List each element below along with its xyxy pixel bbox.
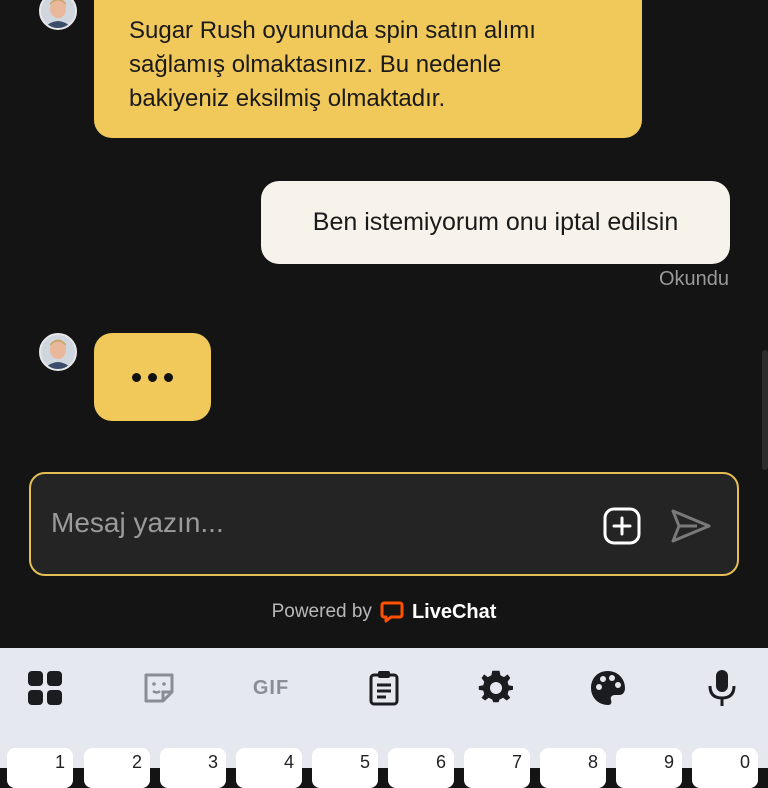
livechat-brand[interactable]: LiveChat (412, 601, 496, 624)
send-button[interactable] (669, 507, 713, 545)
key-6[interactable]: 6 (388, 748, 454, 788)
clipboard-button[interactable] (362, 666, 406, 710)
message-input[interactable]: Mesaj yazın... (51, 507, 224, 539)
key-9[interactable]: 9 (616, 748, 682, 788)
apps-icon (28, 671, 62, 705)
gif-icon: GIF (252, 676, 290, 699)
agent-avatar-image (41, 0, 75, 28)
key-7[interactable]: 7 (464, 748, 530, 788)
key-4[interactable]: 4 (236, 748, 302, 788)
gif-button[interactable]: GIF (248, 666, 294, 710)
agent-message-bubble: Sugar Rush oyununda spin satın alımı sağ… (94, 0, 642, 138)
key-3[interactable]: 3 (160, 748, 226, 788)
agent-message-text: Sugar Rush oyununda spin satın alımı sağ… (129, 17, 536, 112)
sticker-icon (144, 673, 174, 703)
agent-avatar (39, 333, 77, 371)
typing-dot (148, 372, 157, 382)
add-attachment-button[interactable] (603, 507, 641, 545)
key-8[interactable]: 8 (540, 748, 606, 788)
user-message-text: Ben istemiyorum onu iptal edilsin (312, 208, 679, 236)
clipboard-icon (369, 671, 399, 706)
sticker-button[interactable] (137, 666, 181, 710)
voice-input-button[interactable] (700, 666, 744, 710)
read-receipt: Okundu (658, 268, 729, 290)
chat-scrollbar[interactable] (762, 350, 768, 470)
number-key-row: 1 2 3 4 5 6 7 8 9 0 (0, 748, 768, 788)
user-message-bubble: Ben istemiyorum onu iptal edilsin (261, 181, 730, 264)
agent-avatar-image (41, 335, 75, 369)
apps-button[interactable] (23, 666, 67, 710)
theme-button[interactable] (586, 666, 630, 710)
typing-dot (164, 372, 173, 382)
key-1[interactable]: 1 (7, 748, 73, 788)
agent-avatar (39, 0, 77, 30)
key-2[interactable]: 2 (84, 748, 150, 788)
powered-by-text: Powered by (271, 601, 372, 622)
add-attachment-icon (603, 507, 641, 545)
livechat-logo-icon (380, 601, 404, 623)
message-composer[interactable]: Mesaj yazın... (29, 472, 739, 576)
microphone-icon (708, 670, 736, 706)
powered-by-footer: Powered by LiveChat (0, 597, 768, 627)
send-icon (671, 509, 711, 543)
settings-button[interactable] (474, 666, 518, 710)
palette-icon (591, 671, 625, 705)
key-0[interactable]: 0 (692, 748, 758, 788)
typing-indicator (94, 333, 211, 421)
key-5[interactable]: 5 (312, 748, 378, 788)
chat-area: Sugar Rush oyununda spin satın alımı sağ… (0, 0, 768, 648)
typing-dot (132, 372, 141, 382)
settings-icon (478, 670, 513, 703)
